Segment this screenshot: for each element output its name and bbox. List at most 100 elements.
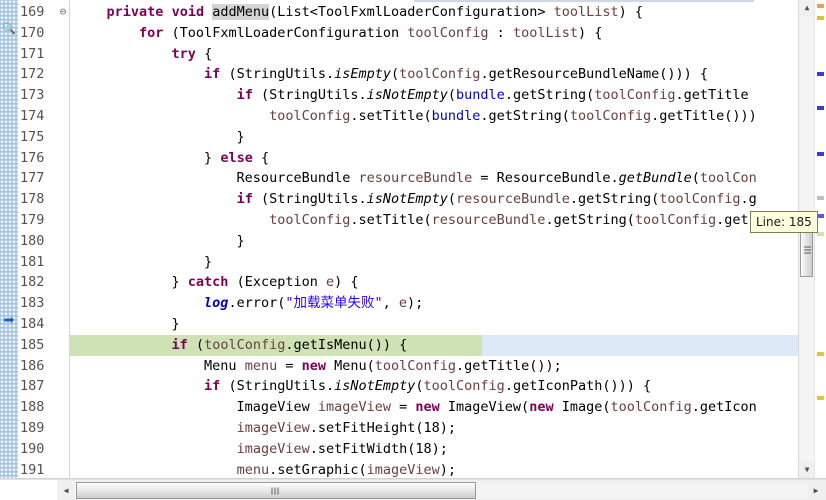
line-number[interactable]: 188 xyxy=(19,397,57,418)
vertical-scrollbar[interactable]: ▲ ▼ xyxy=(798,0,815,478)
code-token: .getIsMenu()) { xyxy=(285,336,408,353)
overview-ruler-marker[interactable] xyxy=(817,352,824,356)
overview-ruler-marker[interactable] xyxy=(817,152,824,156)
code-line[interactable]: ResourceBundle resourceBundle = Resource… xyxy=(70,168,798,189)
code-line[interactable]: Menu menu = new Menu(toolConfig.getTitle… xyxy=(70,356,798,377)
code-token: log xyxy=(204,295,229,312)
overview-ruler-marker[interactable] xyxy=(817,72,824,76)
fold-collapse-icon[interactable]: ⊖ xyxy=(57,2,69,23)
search-marker-icon[interactable]: 🔍 xyxy=(1,21,17,37)
line-number[interactable]: 180 xyxy=(19,231,57,252)
code-line[interactable]: } xyxy=(70,231,798,252)
code-token: toolList xyxy=(512,24,578,41)
code-line[interactable]: if (toolConfig.getIsMenu()) { xyxy=(70,334,798,356)
code-line[interactable]: if (StringUtils.isEmpty(toolConfig.getRe… xyxy=(70,64,798,85)
code-token: } xyxy=(74,253,213,270)
code-line[interactable]: if (StringUtils.isNotEmpty(toolConfig.ge… xyxy=(70,376,798,397)
code-line[interactable]: } xyxy=(70,252,798,273)
overview-ruler-marker[interactable] xyxy=(817,4,824,8)
overview-ruler-marker[interactable] xyxy=(817,196,824,200)
code-line[interactable]: ImageView imageView = new ImageView(new … xyxy=(70,397,798,418)
code-token: toolConfig xyxy=(399,66,481,83)
code-token: .setFitHeight(18); xyxy=(309,419,457,436)
line-number[interactable]: 189 xyxy=(19,418,57,439)
code-token: toolConfig xyxy=(269,107,351,124)
code-token: ( xyxy=(187,336,205,353)
line-number[interactable]: 190 xyxy=(19,439,57,460)
line-number[interactable]: 176 xyxy=(19,148,57,169)
code-token: getBundle xyxy=(618,170,692,187)
annotation-marker-bar[interactable]: 🔍 ➡ xyxy=(0,0,19,478)
scroll-down-arrow-icon[interactable]: ▼ xyxy=(799,462,815,478)
code-token: .setTitle( xyxy=(350,211,432,228)
code-line[interactable]: imageView.setFitWidth(18); xyxy=(70,439,798,460)
code-line[interactable]: for (ToolFxmlLoaderConfiguration toolCon… xyxy=(70,23,798,44)
line-number[interactable]: 186 xyxy=(19,356,57,377)
code-token: Menu xyxy=(74,357,245,374)
scroll-up-arrow-icon[interactable]: ▲ xyxy=(799,0,815,16)
scroll-right-arrow-icon[interactable]: ▶ xyxy=(808,482,824,499)
code-editor: 🔍 ➡ 169 170 171 172 173 174 175 176 177 178 179 180… xyxy=(0,0,826,500)
line-number[interactable]: 175 xyxy=(19,127,57,148)
line-number[interactable]: 183 xyxy=(19,293,57,314)
code-line[interactable]: if (StringUtils.isNotEmpty(resourceBundl… xyxy=(70,189,798,210)
code-line[interactable]: toolConfig.setTitle(bundle.getString(too… xyxy=(70,106,798,127)
current-instruction-arrow-icon[interactable]: ➡ xyxy=(1,313,17,329)
code-line[interactable]: } else { xyxy=(70,148,798,169)
scroll-left-arrow-icon[interactable]: ◀ xyxy=(58,482,74,499)
code-token: toolConfig xyxy=(610,399,692,416)
line-number-gutter[interactable]: 169 170 171 172 173 174 175 176 177 178 179 180 181 1… xyxy=(19,0,57,478)
line-number[interactable]: 170 xyxy=(19,23,57,44)
code-line[interactable]: toolConfig.setTitle(resourceBundle.getSt… xyxy=(70,210,798,231)
line-number[interactable]: 178 xyxy=(19,189,57,210)
line-number[interactable]: 187 xyxy=(19,376,57,397)
code-line[interactable]: } xyxy=(70,127,798,148)
overview-ruler-marker[interactable] xyxy=(817,396,824,400)
code-line[interactable]: } xyxy=(70,314,798,335)
code-token: ( xyxy=(391,66,400,83)
code-line[interactable]: menu.setGraphic(imageView); xyxy=(70,460,798,478)
line-number[interactable]: 179 xyxy=(19,210,57,231)
code-token: ) { xyxy=(577,24,603,41)
code-token: .getString( xyxy=(545,211,635,228)
code-folding-strip[interactable]: ⊖ xyxy=(57,0,70,478)
line-number[interactable]: 184 xyxy=(19,314,57,335)
line-number[interactable]: 174 xyxy=(19,106,57,127)
line-number[interactable]: 185 xyxy=(19,335,57,356)
overview-ruler-marker[interactable] xyxy=(817,16,824,20)
line-number[interactable]: 177 xyxy=(19,168,57,189)
code-text-area[interactable]: private void addMenu(List<ToolFxmlLoader… xyxy=(70,0,798,478)
horizontal-scrollbar-thumb[interactable] xyxy=(76,482,476,499)
code-line[interactable]: } catch (Exception e) { xyxy=(70,272,798,293)
code-line[interactable]: try { xyxy=(70,44,798,65)
code-token: .getString( xyxy=(480,107,570,124)
line-number[interactable]: 169 xyxy=(19,2,57,23)
overview-ruler-marker[interactable] xyxy=(817,106,824,110)
line-number[interactable]: 171 xyxy=(19,44,57,65)
overview-ruler[interactable] xyxy=(814,0,826,478)
code-token: { xyxy=(195,45,213,62)
code-token: ( xyxy=(447,87,457,104)
overview-ruler-marker[interactable] xyxy=(817,214,824,218)
horizontal-scrollbar[interactable]: ◀ ▶ xyxy=(0,479,826,500)
line-number[interactable]: 173 xyxy=(19,85,57,106)
line-number[interactable]: 191 xyxy=(19,460,57,478)
overview-ruler-marker[interactable] xyxy=(817,232,824,236)
code-token: .get xyxy=(716,211,749,228)
line-number[interactable]: 182 xyxy=(19,272,57,293)
code-token: isNotEmpty xyxy=(334,378,416,395)
code-token: e xyxy=(398,295,408,312)
code-token: imageView xyxy=(236,440,310,457)
line-number[interactable]: 172 xyxy=(19,64,57,85)
code-token: isEmpty xyxy=(334,66,392,83)
code-token: .error( xyxy=(228,295,286,312)
code-line[interactable]: if (StringUtils.isNotEmpty(bundle.getStr… xyxy=(70,85,798,106)
code-token: isNotEmpty xyxy=(366,191,448,208)
code-line[interactable]: private void addMenu(List<ToolFxmlLoader… xyxy=(70,2,798,23)
line-number[interactable]: 181 xyxy=(19,252,57,273)
code-line[interactable]: log.error("加载菜单失败", e); xyxy=(70,293,798,314)
code-line[interactable]: imageView.setFitHeight(18); xyxy=(70,418,798,439)
